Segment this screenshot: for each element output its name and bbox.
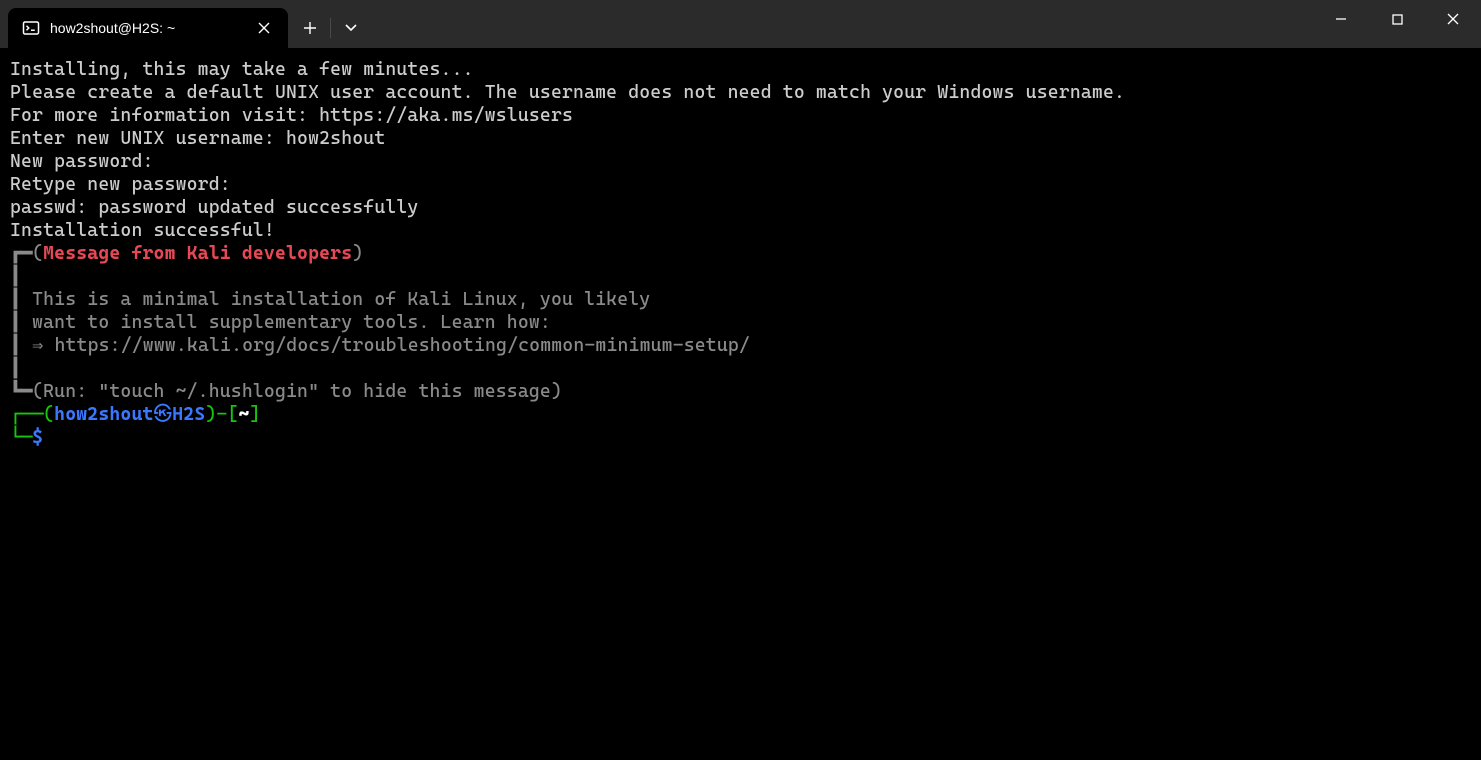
tab-close-button[interactable] <box>254 18 274 38</box>
message-box-line: ┃ ⇒ https://www.kali.org/docs/troublesho… <box>10 334 1471 357</box>
output-line: Enter new UNIX username: how2shout <box>10 127 1471 150</box>
output-line: For more information visit: https://aka.… <box>10 104 1471 127</box>
output-line: Installation successful! <box>10 219 1471 242</box>
output-line: Please create a default UNIX user accoun… <box>10 81 1471 104</box>
terminal-icon <box>22 19 40 37</box>
message-box-line: ┃ This is a minimal installation of Kali… <box>10 288 1471 311</box>
minimize-button[interactable] <box>1313 0 1369 38</box>
active-tab[interactable]: how2shout@H2S: ~ <box>8 8 288 48</box>
tabbar-actions <box>292 8 369 48</box>
tab-dropdown-button[interactable] <box>333 10 369 46</box>
maximize-button[interactable] <box>1369 0 1425 38</box>
output-line: Installing, this may take a few minutes.… <box>10 58 1471 81</box>
prompt-line-1: ┌──(how2shout㉿H2S)-[~] <box>10 403 1471 426</box>
message-box-line: ┃ <box>10 265 1471 288</box>
new-tab-button[interactable] <box>292 10 328 46</box>
message-box-header: ┏━(Message from Kali developers) <box>10 242 1471 265</box>
output-line: New password: <box>10 150 1471 173</box>
message-box-line: ┃ <box>10 357 1471 380</box>
window-controls <box>1313 0 1481 38</box>
terminal-output[interactable]: Installing, this may take a few minutes.… <box>0 48 1481 760</box>
output-line: Retype new password: <box>10 173 1471 196</box>
output-line: passwd: password updated successfully <box>10 196 1471 219</box>
tab-title: how2shout@H2S: ~ <box>50 20 244 36</box>
window-close-button[interactable] <box>1425 0 1481 38</box>
titlebar: how2shout@H2S: ~ <box>0 0 1481 48</box>
prompt-line-2: └─$ <box>10 426 1471 449</box>
tabbar-separator <box>330 18 331 38</box>
message-box-footer: ┗━(Run: "touch ~/.hushlogin" to hide thi… <box>10 380 1471 403</box>
message-box-line: ┃ want to install supplementary tools. L… <box>10 311 1471 334</box>
